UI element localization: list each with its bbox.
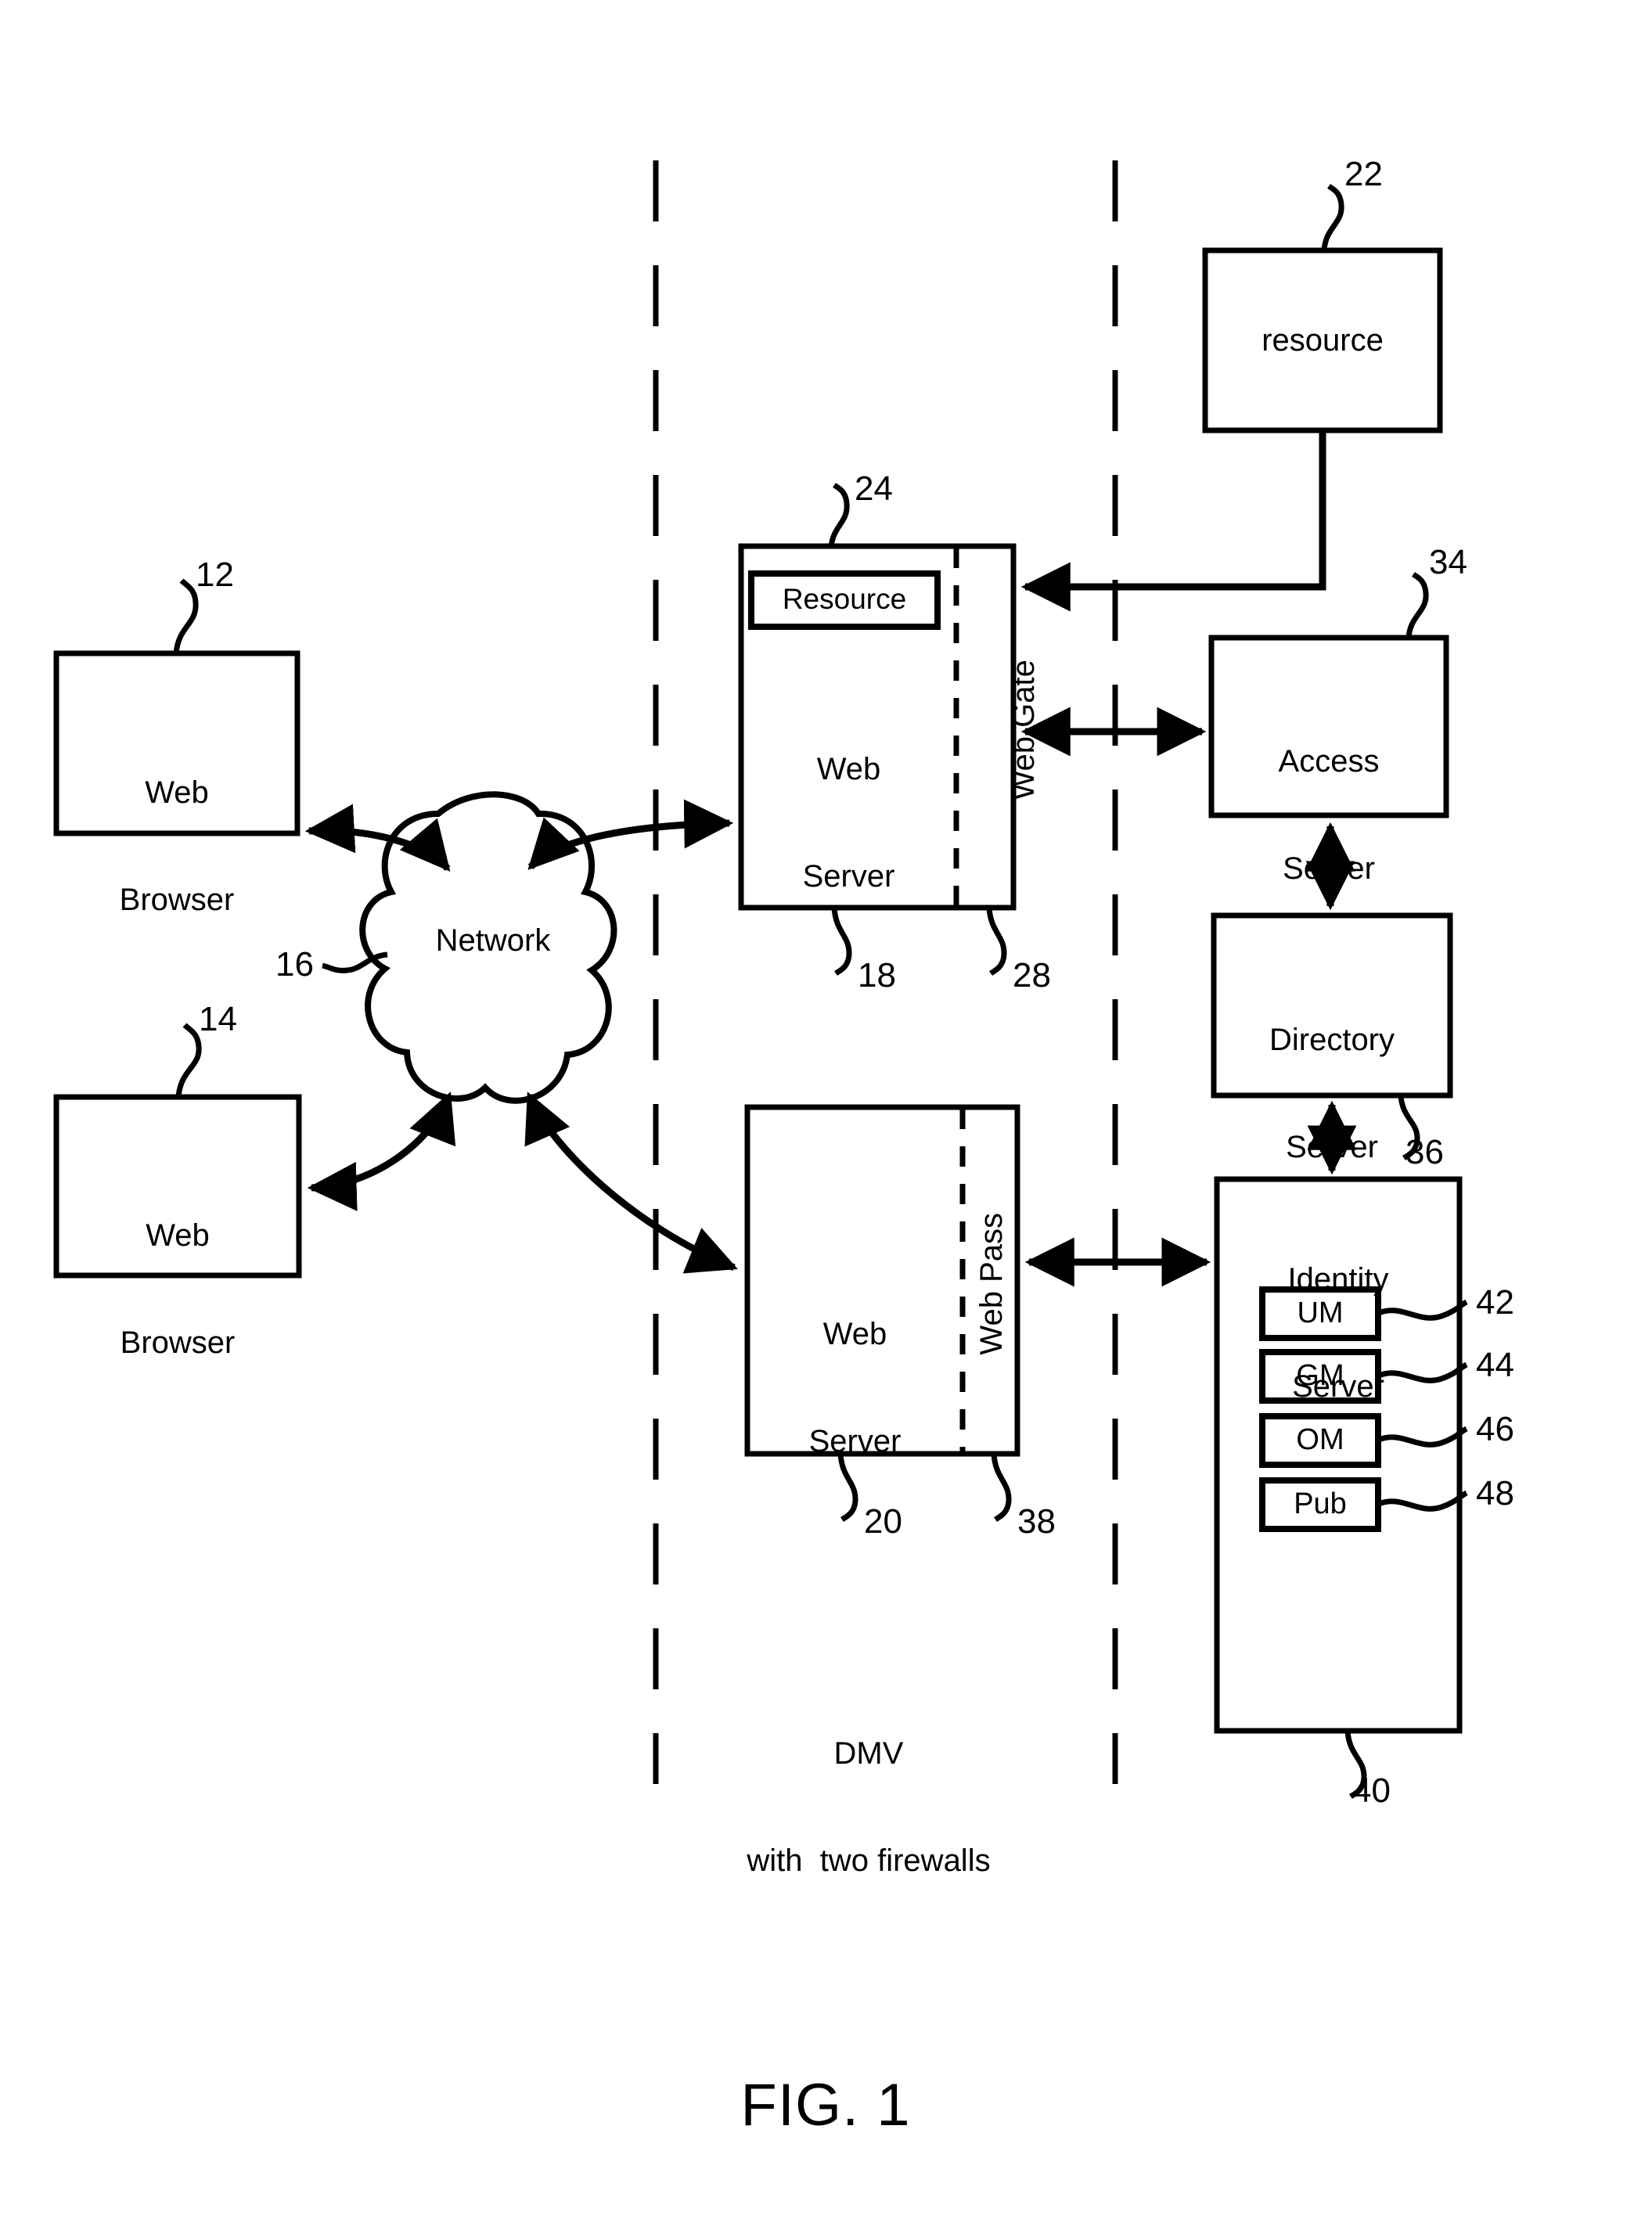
arrow-browser14-to-network: [307, 1092, 456, 1211]
web-browser-top-label-line1: Web: [145, 775, 209, 811]
ref-numeral-36: 36: [1405, 1133, 1444, 1171]
leader-24: [828, 483, 850, 549]
ref-numeral-48: 48: [1476, 1474, 1514, 1512]
web-browser-bottom-label-line1: Web: [146, 1218, 210, 1253]
ref-numeral-18: 18: [858, 956, 896, 995]
leader-48: [1377, 1490, 1468, 1512]
dmv-zone-note-line2: with two firewalls: [747, 1843, 991, 1878]
figure-caption: FIG. 1: [740, 2072, 911, 2138]
identity-server-label-line1: Identity: [1287, 1262, 1389, 1297]
arrow-network-to-webserver20: [524, 1092, 738, 1274]
leader-22: [1321, 184, 1344, 251]
web-browser-bottom-label-line2: Browser: [120, 1325, 236, 1360]
patent-figure-1: Web Browser 12 Web Browser 14 Network 16…: [0, 0, 1652, 2230]
directory-server-label-line1: Directory: [1269, 1023, 1395, 1058]
web-gate-label: Web Gate: [1006, 660, 1042, 800]
web-server-bottom-label-line2: Server: [808, 1423, 902, 1458]
web-browser-bottom-label: Web Browser: [56, 1147, 299, 1433]
ref-numeral-34: 34: [1429, 543, 1467, 581]
ref-numeral-16: 16: [275, 945, 314, 984]
ref-numeral-24: 24: [855, 469, 893, 508]
web-pass-label: Web Pass: [974, 1213, 1010, 1355]
web-server-bottom-label-line1: Web: [822, 1317, 887, 1352]
ref-numeral-44: 44: [1476, 1346, 1514, 1384]
ref-numeral-22: 22: [1344, 155, 1383, 193]
web-browser-top-label-line2: Browser: [119, 882, 235, 917]
identity-module-om-label: OM: [1296, 1423, 1344, 1456]
arrow-resource22-to-webgate: [1020, 432, 1326, 612]
web-server-top-label-line2: Server: [802, 858, 895, 894]
ref-numeral-12: 12: [196, 556, 234, 594]
web-server-bottom-label: Web Server: [747, 1246, 963, 1531]
web-server-top-label-line1: Web: [816, 752, 881, 787]
dmv-zone-note-line1: DMV: [833, 1736, 904, 1771]
ref-numeral-40: 40: [1352, 1771, 1391, 1810]
resource-external-label: resource: [1261, 323, 1384, 358]
network-label: Network: [435, 923, 551, 958]
access-server-label-line2: Server: [1283, 851, 1375, 886]
leader-12: [173, 578, 199, 654]
identity-module-um-label: UM: [1297, 1297, 1344, 1329]
identity-module-gm-label: GM: [1296, 1359, 1344, 1392]
ref-numeral-42: 42: [1476, 1283, 1514, 1322]
access-server-label-line1: Access: [1278, 744, 1380, 779]
leader-38: [991, 1453, 1012, 1522]
access-server-label: Access Server: [1211, 673, 1446, 959]
ref-numeral-28: 28: [1013, 956, 1051, 995]
web-browser-top-label: Web Browser: [56, 704, 297, 990]
leader-14: [175, 1023, 202, 1098]
ref-numeral-14: 14: [199, 1000, 237, 1038]
ref-numeral-20: 20: [864, 1502, 902, 1541]
dmv-zone-note: DMV with two firewalls: [704, 1665, 1033, 1951]
leader-34: [1405, 572, 1429, 638]
web-server-top-label: Web Server: [741, 681, 956, 966]
resource-inner-label: Resource: [782, 583, 907, 615]
leader-28: [986, 907, 1007, 976]
identity-module-pub-label: Pub: [1294, 1487, 1347, 1520]
ref-numeral-46: 46: [1476, 1410, 1514, 1448]
ref-numeral-38: 38: [1017, 1502, 1056, 1541]
